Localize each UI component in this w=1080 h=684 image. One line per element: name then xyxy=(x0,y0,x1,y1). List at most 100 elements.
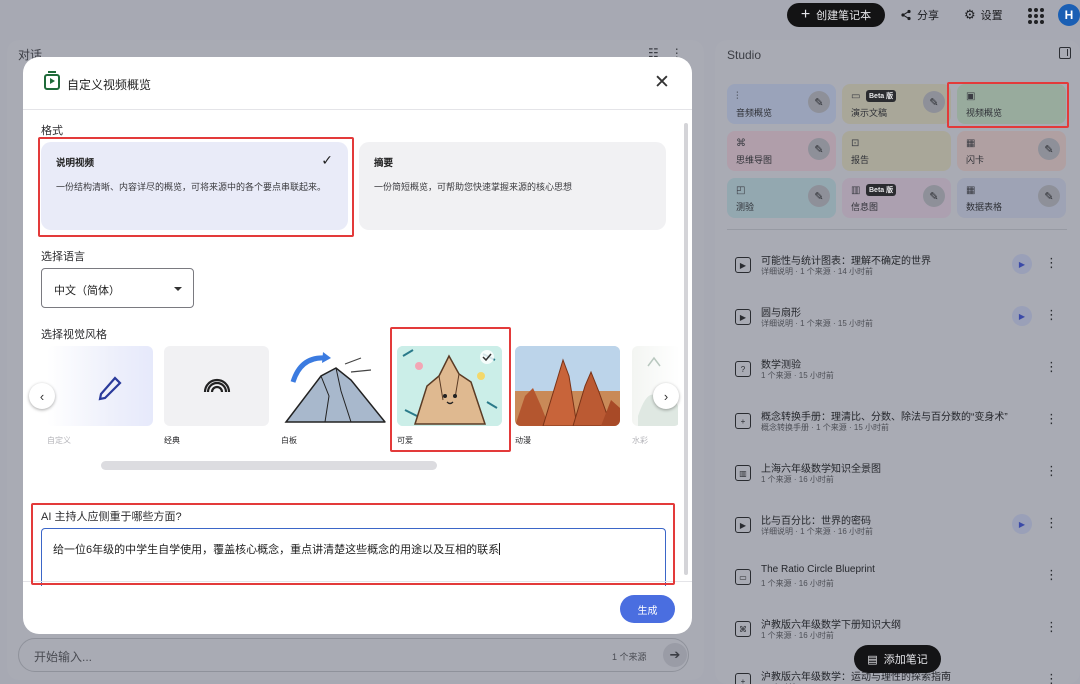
share-label: 分享 xyxy=(917,10,939,22)
studio-tile-label: 思维导图 xyxy=(736,155,773,165)
settings-label: 设置 xyxy=(980,10,1003,22)
visual-style-label: 选择视觉风格 xyxy=(41,329,107,341)
quiz-icon: ◰ xyxy=(736,185,746,196)
studio-item-title: 数学测验 xyxy=(761,360,801,371)
style-thumb-classic[interactable] xyxy=(164,346,269,426)
studio-tile[interactable]: ⌘ 思维导图 ✎ xyxy=(727,131,836,171)
pencil-icon[interactable]: ✎ xyxy=(923,91,945,113)
add-note-label: 添加笔记 xyxy=(883,654,928,666)
style-horizontal-scrollbar[interactable] xyxy=(101,461,437,470)
gear-icon: ⚙ xyxy=(964,7,976,22)
create-notebook-button[interactable]: + 创建笔记本 xyxy=(787,3,885,27)
studio-item-title: 沪教版六年级数学下册知识大纲 xyxy=(761,620,901,631)
studio-item-title: 上海六年级数学知识全景图 xyxy=(761,464,881,475)
pencil-icon[interactable]: ✎ xyxy=(808,138,830,160)
studio-tile[interactable]: ⫶ 音频概览 ✎ xyxy=(727,84,836,124)
format-card-brief[interactable]: 摘要 一份简短概览，可帮助您快速掌握来源的核心思想 xyxy=(359,142,666,230)
panel-toggle-icon[interactable] xyxy=(1059,47,1071,59)
infographic-icon: ▥ xyxy=(851,185,861,196)
settings-button[interactable]: ⚙ 设置 xyxy=(964,5,1003,25)
chat-input-placeholder: 开始输入... xyxy=(34,650,93,664)
anime-mountain-illustration xyxy=(515,346,620,426)
style-label-classic: 经典 xyxy=(164,436,180,445)
more-options-icon[interactable]: ⋮ xyxy=(1045,669,1058,684)
classic-style-icon xyxy=(203,378,231,393)
studio-list-item[interactable]: ▶ 可能性与统计图表：理解不确定的世界 详细说明 · 1 个来源 · 14 小时前 ▶… xyxy=(727,248,1067,294)
style-label-anime: 动漫 xyxy=(515,436,531,445)
play-icon[interactable]: ▶ xyxy=(1012,254,1032,274)
studio-tile-label: 闪卡 xyxy=(966,155,985,165)
studio-list-item[interactable]: + 概念转换手册：理清比、分数、除法与百分数的“变身术” 概念转换手册 · 1 个来… xyxy=(727,404,1067,450)
studio-list-item[interactable]: ? 数学测验 1 个来源 · 15 小时前 ⋮ xyxy=(727,352,1067,398)
studio-list-item[interactable]: ▭ The Ratio Circle Blueprint 1 个来源 · 16 小时… xyxy=(727,560,1067,606)
more-options-icon[interactable]: ⋮ xyxy=(1045,565,1058,585)
studio-tile-label: 音频概览 xyxy=(736,108,773,118)
share-button[interactable]: 分享 xyxy=(900,5,939,25)
chevron-left-icon[interactable]: ‹ xyxy=(29,383,55,409)
beta-badge: Beta 版 xyxy=(866,184,897,196)
play-icon[interactable]: ▶ xyxy=(1012,306,1032,326)
studio-item-meta: 1 个来源 · 16 小时前 xyxy=(761,579,834,588)
pencil-icon[interactable]: ✎ xyxy=(1038,138,1060,160)
infographic-icon: ▥ xyxy=(735,465,751,481)
studio-list-item[interactable]: ▥ 上海六年级数学知识全景图 1 个来源 · 16 小时前 ⋮ xyxy=(727,456,1067,502)
more-options-icon[interactable]: ⋮ xyxy=(1045,357,1058,377)
more-options-icon[interactable]: ⋮ xyxy=(1045,461,1058,481)
dialog-scrollbar[interactable] xyxy=(684,123,688,575)
avatar[interactable]: H xyxy=(1058,4,1080,26)
style-label-whiteboard: 白板 xyxy=(281,436,297,445)
studio-item-meta: 概念转换手册 · 1 个来源 · 15 小时前 xyxy=(761,423,890,432)
highlight-video-overview xyxy=(947,82,1069,128)
studio-item-meta: 详细说明 · 1 个来源 · 14 小时前 xyxy=(761,267,874,276)
chat-input[interactable] xyxy=(18,638,689,672)
studio-item-title: 可能性与统计图表：理解不确定的世界 xyxy=(761,256,931,267)
studio-tile[interactable]: ▦ 数据表格 ✎ xyxy=(957,178,1066,218)
add-note-button[interactable]: ▤ 添加笔记 xyxy=(854,645,941,673)
language-select[interactable]: 中文（简体） xyxy=(41,268,194,308)
format-card-desc: 一份简短概览，可帮助您快速掌握来源的核心思想 xyxy=(374,182,573,192)
format-label: 格式 xyxy=(41,125,63,137)
chevron-right-icon[interactable]: › xyxy=(653,383,679,409)
video-icon: ▶ xyxy=(735,309,751,325)
studio-tile[interactable]: ▦ 闪卡 ✎ xyxy=(957,131,1066,171)
play-icon[interactable]: ▶ xyxy=(1012,514,1032,534)
pencil-icon[interactable]: ✎ xyxy=(923,185,945,207)
language-label: 选择语言 xyxy=(41,251,85,263)
table-icon: ▦ xyxy=(966,185,976,196)
studio-tile-label: 报告 xyxy=(851,155,870,165)
pencil-icon xyxy=(98,376,122,401)
close-icon[interactable]: ✕ xyxy=(654,73,670,92)
pencil-icon[interactable]: ✎ xyxy=(1038,185,1060,207)
style-thumb-custom[interactable] xyxy=(47,346,153,426)
flashcard-icon: ▦ xyxy=(966,138,976,149)
studio-tile[interactable]: ▥ Beta 版信息图 ✎ xyxy=(842,178,951,218)
send-arrow-icon[interactable]: ➔ xyxy=(663,643,687,667)
note-icon: ▤ xyxy=(867,653,878,666)
pencil-icon[interactable]: ✎ xyxy=(808,185,830,207)
studio-title: Studio xyxy=(727,48,762,62)
mindmap-icon: ⌘ xyxy=(735,621,751,637)
style-thumb-whiteboard[interactable] xyxy=(281,346,386,426)
more-options-icon[interactable]: ⋮ xyxy=(1045,305,1058,325)
more-options-icon[interactable]: ⋮ xyxy=(1045,513,1058,533)
style-thumb-anime[interactable] xyxy=(515,346,620,426)
more-options-icon[interactable]: ⋮ xyxy=(1045,253,1058,273)
studio-tile[interactable]: ⊡ 报告 xyxy=(842,131,951,171)
beta-badge: Beta 版 xyxy=(866,90,897,102)
chat-source-count: 1 个来源 xyxy=(612,652,647,662)
studio-tile[interactable]: ◰ 测验 ✎ xyxy=(727,178,836,218)
studio-item-title: 概念转换手册：理清比、分数、除法与百分数的“变身术” xyxy=(761,412,1008,423)
slides-icon: ▭ xyxy=(851,91,861,102)
pencil-icon[interactable]: ✎ xyxy=(808,91,830,113)
more-options-icon[interactable]: ⋮ xyxy=(1045,409,1058,429)
apps-grid-icon[interactable] xyxy=(1026,6,1044,24)
studio-list-item[interactable]: ▶ 比与百分比：世界的密码 详细说明 · 1 个来源 · 16 小时前 ▶ ⋮ xyxy=(727,508,1067,554)
studio-item-title: The Ratio Circle Blueprint xyxy=(761,564,875,575)
studio-tile[interactable]: ▭ Beta 版演示文稿 ✎ xyxy=(842,84,951,124)
studio-list-item[interactable]: ▶ 圆与扇形 详细说明 · 1 个来源 · 15 小时前 ▶ ⋮ xyxy=(727,300,1067,346)
more-options-icon[interactable]: ⋮ xyxy=(1045,617,1058,637)
studio-item-meta: 1 个来源 · 15 小时前 xyxy=(761,371,834,380)
report-icon: + xyxy=(735,413,751,429)
generate-button[interactable]: 生成 xyxy=(620,595,675,623)
quiz-icon: ? xyxy=(735,361,751,377)
